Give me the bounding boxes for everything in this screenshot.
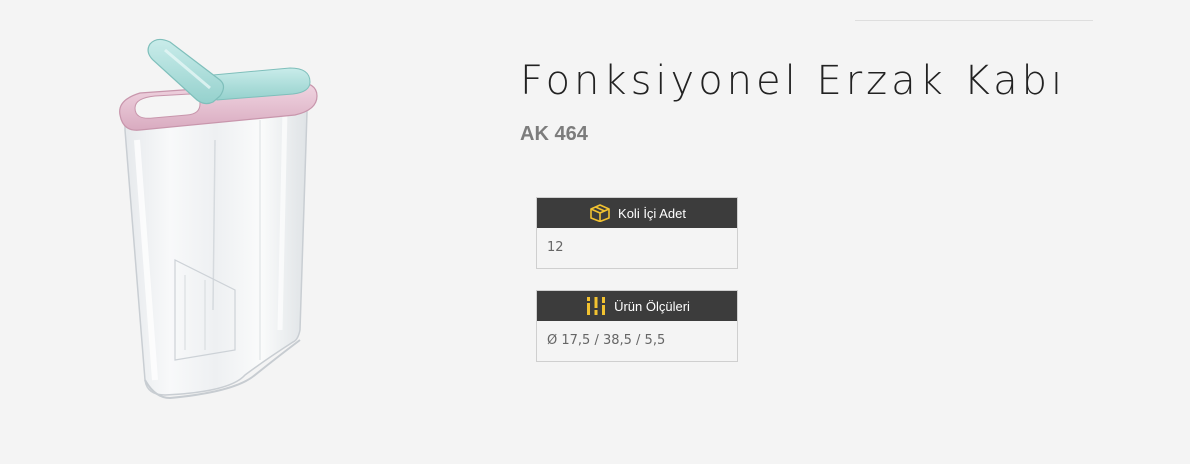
spec-value: Ø 17,5 / 38,5 / 5,5 xyxy=(547,333,666,348)
spec-value: 12 xyxy=(547,240,564,255)
spec-label: Ürün Ölçüleri xyxy=(614,298,690,314)
product-code: AK 464 xyxy=(520,123,588,145)
top-divider xyxy=(855,20,1093,21)
spec-header: Ürün Ölçüleri xyxy=(537,291,737,321)
spec-box-dimensions: Ürün Ölçüleri Ø 17,5 / 38,5 / 5,5 xyxy=(536,290,738,362)
product-image xyxy=(119,38,318,400)
product-page: Fonksiyonel Erzak Kabı AK 464 Koli İçi A… xyxy=(0,0,1190,464)
spec-header: Koli İçi Adet xyxy=(537,198,737,228)
product-title: Fonksiyonel Erzak Kabı xyxy=(520,58,1067,104)
spec-label: Koli İçi Adet xyxy=(618,205,686,221)
dimensions-icon xyxy=(584,296,608,316)
box-icon xyxy=(588,203,612,223)
spec-box-package-quantity: Koli İçi Adet 12 xyxy=(536,197,738,269)
